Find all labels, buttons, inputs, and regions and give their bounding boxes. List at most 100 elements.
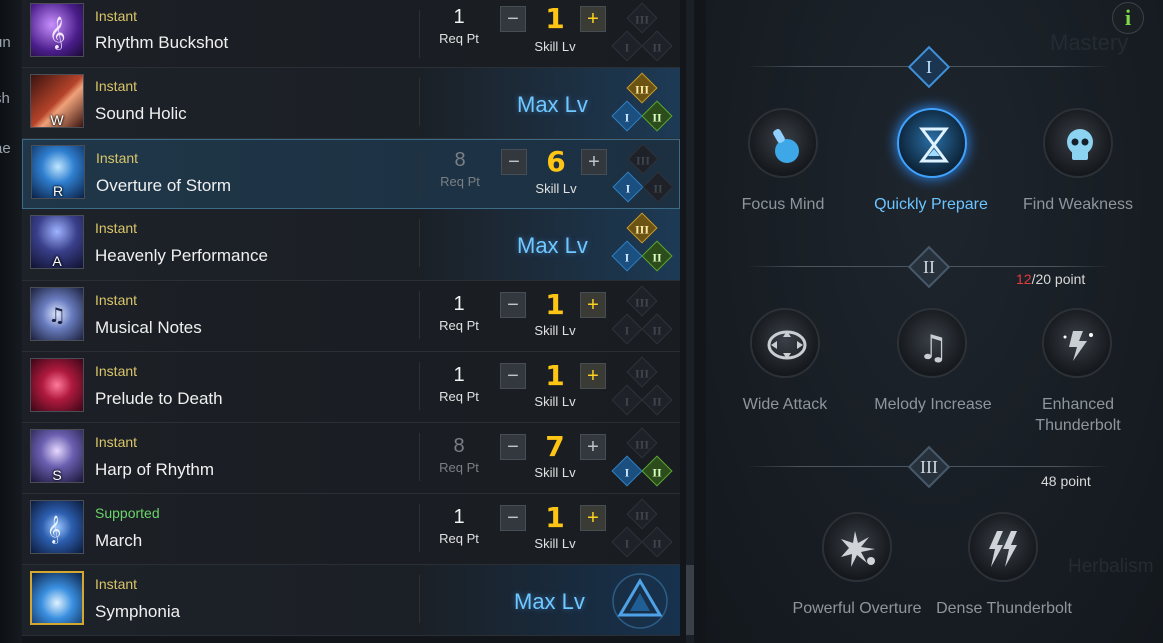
tripod-tier-3-icon: III <box>626 498 658 530</box>
max-level-label: Max Lv <box>514 589 585 614</box>
skill-name: Prelude to Death <box>95 389 223 408</box>
level-down-button[interactable]: − <box>501 149 527 175</box>
svg-text:♫: ♫ <box>48 303 66 327</box>
svg-text:♫: ♫ <box>918 328 948 367</box>
overture-of-storm-icon: R <box>31 145 85 199</box>
engraving-dense-thunderbolt[interactable] <box>968 512 1038 582</box>
burst-icon <box>841 531 875 567</box>
tripod-tier-1-icon: I <box>611 100 643 132</box>
tripod-tier-1-icon: I <box>612 171 644 203</box>
req-point: 1 Req Pt <box>439 6 479 46</box>
skill-type: Instant <box>95 78 138 94</box>
tripod-tier-2-icon: II <box>641 240 673 272</box>
tripod-group[interactable]: III I II <box>611 2 673 64</box>
skill-name: Sound Holic <box>95 104 187 123</box>
tripod-group[interactable]: III I II <box>611 212 673 274</box>
background-text: Herbalism <box>1068 556 1154 577</box>
tripod-group[interactable]: III I II <box>611 285 673 347</box>
skill-type: Instant <box>95 8 138 24</box>
tripod-group[interactable]: III I II <box>611 72 673 134</box>
engraving-melody-increase[interactable]: ♫ <box>897 308 967 378</box>
level-up-button[interactable]: + <box>580 505 606 531</box>
skill-row-musical-notes[interactable]: ♫ Instant Musical Notes 1 Req Pt − 1 + Sk… <box>22 281 680 352</box>
level-up-button[interactable]: + <box>580 292 606 318</box>
skill-row-symphonia[interactable]: Instant Symphonia Max Lv <box>22 565 680 636</box>
engraving-enhanced-thunderbolt[interactable] <box>1042 308 1112 378</box>
lightning-icon <box>989 531 1017 567</box>
harp-of-rhythm-icon: S <box>30 429 84 483</box>
level-down-button[interactable]: − <box>500 363 526 389</box>
edge-text: un <box>0 34 11 51</box>
tripod-group[interactable]: III I II <box>611 427 673 489</box>
scrollbar-thumb[interactable] <box>686 565 694 635</box>
skill-type: Instant <box>95 576 138 592</box>
skill-name: Musical Notes <box>95 318 202 337</box>
tripod-tier-2-icon: II <box>641 30 673 62</box>
divider <box>419 78 420 126</box>
potion-icon <box>773 129 799 163</box>
skill-level: 7 <box>545 430 565 463</box>
tripod-group[interactable]: III I II <box>611 498 673 560</box>
level-up-button[interactable]: + <box>580 6 606 32</box>
info-icon[interactable]: i <box>1112 2 1144 34</box>
skill-row-rhythm-buckshot[interactable]: 𝄞 Instant Rhythm Buckshot 1 Req Pt − 1 + … <box>22 0 680 68</box>
divider <box>419 433 420 481</box>
svg-text:𝄞: 𝄞 <box>47 515 61 544</box>
skill-name: Harp of Rhythm <box>95 460 215 479</box>
skill-level-label: Skill Lv <box>535 181 577 196</box>
engraving-find-weakness[interactable] <box>1043 108 1113 178</box>
skill-row-heavenly-performance[interactable]: A Instant Heavenly Performance Max Lv II… <box>22 209 680 281</box>
tripod-group[interactable]: III I II <box>611 356 673 418</box>
hourglass-icon <box>919 127 949 163</box>
musical-notes-icon: ♫ <box>30 287 84 341</box>
skill-row-overture-of-storm[interactable]: R Instant Overture of Storm 8 Req Pt − 6 … <box>22 139 680 209</box>
req-point: 1 Req Pt <box>439 364 479 404</box>
tripod-tier-2-icon: II <box>641 526 673 558</box>
engraving-quickly-prepare[interactable] <box>897 108 967 178</box>
svg-text:𝄞: 𝄞 <box>49 16 66 50</box>
tripod-tier-3-icon: III <box>626 356 658 388</box>
skill-level-label: Skill Lv <box>534 323 576 338</box>
level-down-button[interactable]: − <box>500 292 526 318</box>
skill-row-harp-of-rhythm[interactable]: S Instant Harp of Rhythm 8 Req Pt − 7 + S… <box>22 423 680 494</box>
tripod-tier-1-icon: I <box>611 240 643 272</box>
level-down-button[interactable]: − <box>500 505 526 531</box>
skill-list-scrollbar[interactable] <box>686 0 694 643</box>
skill-row-march[interactable]: 𝄞 Supported March 1 Req Pt − 1 + Skill Lv… <box>22 494 680 565</box>
skill-type: Instant <box>96 150 139 166</box>
tripod-tier-2-icon: II <box>641 313 673 345</box>
skill-row-prelude-to-death[interactable]: Instant Prelude to Death 1 Req Pt − 1 + S… <box>22 352 680 423</box>
skill-level-label: Skill Lv <box>534 394 576 409</box>
skull-icon <box>1067 129 1093 160</box>
tripod-tier-3-icon: III <box>626 2 658 34</box>
skill-level: 1 <box>545 501 565 534</box>
tripod-group[interactable]: III I II <box>612 143 674 205</box>
skill-list: 𝄞 Instant Rhythm Buckshot 1 Req Pt − 1 + … <box>22 0 680 643</box>
skill-level: 1 <box>545 288 565 321</box>
level-up-button[interactable]: + <box>580 434 606 460</box>
skill-name: Heavenly Performance <box>95 246 268 265</box>
skill-row-sound-holic[interactable]: W Instant Sound Holic Max Lv III I II <box>22 68 680 139</box>
engraving-powerful-overture[interactable] <box>822 512 892 582</box>
tripod-tier-1-icon: I <box>611 384 643 416</box>
skill-level: 1 <box>545 359 565 392</box>
level-down-button[interactable]: − <box>500 6 526 32</box>
engraving-wide-attack[interactable] <box>750 308 820 378</box>
engraving-label: Melody Increase <box>874 396 992 413</box>
level-up-button[interactable]: + <box>580 363 606 389</box>
prelude-to-death-icon <box>30 358 84 412</box>
tripod-tier-3-icon: III <box>626 212 658 244</box>
heavenly-performance-icon: A <box>30 215 84 269</box>
level-up-button[interactable]: + <box>581 149 607 175</box>
engraving-focus-mind[interactable] <box>748 108 818 178</box>
tripod-tier-1-icon: I <box>611 30 643 62</box>
tripod-tier-2-icon: II <box>642 171 674 203</box>
tier-3-points: 48 point <box>1041 473 1091 489</box>
engraving-label: Enhanced Thunderbolt <box>1035 396 1121 434</box>
tripod-tier-3-icon: III <box>627 143 659 175</box>
divider <box>419 504 420 552</box>
level-down-button[interactable]: − <box>500 434 526 460</box>
skill-type: Supported <box>95 505 160 521</box>
skill-type: Instant <box>95 363 138 379</box>
tripod-tier-3-icon: III <box>626 72 658 104</box>
